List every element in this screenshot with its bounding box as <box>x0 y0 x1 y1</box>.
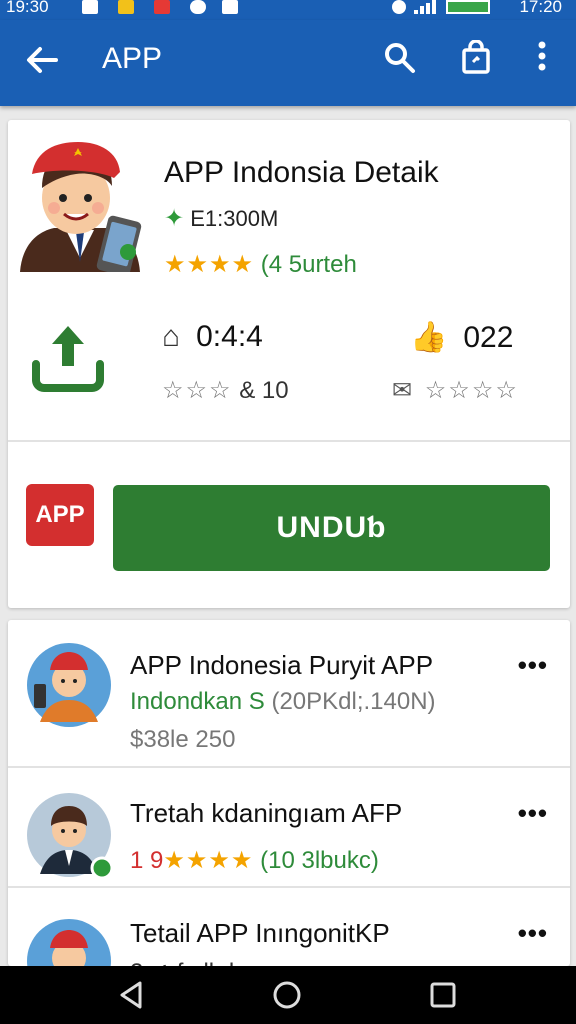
stat-right: 👍 022 <box>410 320 513 355</box>
sub-stat-right: ✉ ☆☆☆☆ <box>392 376 519 405</box>
list-item-detail: (20PKdl;.140N) <box>271 688 436 715</box>
app-rating: ★★★★ (4 5urteh <box>164 250 357 279</box>
list-item-title: Tetail APP InıngonitKP <box>130 918 390 948</box>
star-rating-icon: ★★★★ <box>163 847 254 874</box>
app-bar: APP <box>0 20 576 106</box>
list-item-rating: 1 9★★★★ (10 3lbukc) <box>130 846 379 875</box>
list-item[interactable]: APP Indonesia Puryit APP Indondkan S (20… <box>8 620 570 768</box>
recents-square-icon[interactable] <box>426 978 460 1012</box>
back-triangle-icon[interactable] <box>114 978 148 1012</box>
system-nav-bar <box>0 966 576 1024</box>
list-item-avatar <box>26 918 112 966</box>
app-badge: APP <box>26 484 94 546</box>
list-item[interactable]: Tetail APP InıngonitKP 2 ✓ f , lb b ••• <box>8 888 570 966</box>
status-bar: 19:30 17:20 <box>0 0 576 20</box>
list-item-subtitle: 2 ✓ f , lb b <box>130 958 242 966</box>
mail-icon: ✉ <box>392 377 413 404</box>
notification-icon <box>118 0 134 14</box>
app-avatar <box>16 138 144 277</box>
related-apps-list: APP Indonesia Puryit APP Indondkan S (20… <box>8 620 570 966</box>
list-item[interactable]: Tretah kdaningıam AFP 1 9★★★★ (10 3lbukc… <box>8 768 570 888</box>
list-item-rating-prefix: 1 9 <box>130 847 164 874</box>
notification-icon <box>190 0 206 14</box>
app-name: APP Indonsia Detaik <box>164 156 439 189</box>
list-item-price: $38le 250 <box>130 726 236 753</box>
upload-icon[interactable] <box>30 320 106 396</box>
list-item-avatar <box>26 642 112 728</box>
battery-icon <box>446 0 490 14</box>
search-icon[interactable] <box>380 40 420 80</box>
star-rating-icon: ★★★★ <box>164 251 255 278</box>
download-button[interactable]: UNDUƅ <box>113 485 550 571</box>
wifi-icon <box>392 0 406 14</box>
sub-stat-left-value: & 10 <box>239 377 289 404</box>
app-size: ✦ E1:300M <box>164 204 278 233</box>
app-detail-card: APP Indonsia Detaik ✦ E1:300M ★★★★ (4 5u… <box>8 120 570 608</box>
status-time-right: 17:20 <box>519 0 562 16</box>
app-size-value: E1:300M <box>190 206 279 231</box>
more-horiz-icon[interactable]: ••• <box>518 798 548 829</box>
stat-left-value: 0:4:4 <box>196 320 263 353</box>
list-item-rating-text: (10 3lbukc) <box>260 847 379 874</box>
list-item-title: APP Indonesia Puryit APP <box>130 650 434 680</box>
empty-stars-icon: ☆☆☆ <box>162 377 233 404</box>
signal-icon <box>414 0 436 14</box>
list-item-subtitle: Indondkan S (20PKdl;.140N) <box>130 688 436 716</box>
sub-stat-left: ☆☆☆ & 10 <box>162 376 289 405</box>
more-vert-icon[interactable] <box>522 40 562 80</box>
thumbs-up-icon: 👍 <box>410 321 448 354</box>
stat-left: ⌂ 0:4:4 <box>162 320 263 354</box>
app-bar-title: APP <box>102 42 163 75</box>
rating-text: (4 5urteh <box>260 251 357 278</box>
list-item-avatar <box>26 792 114 880</box>
notification-icon <box>222 0 238 14</box>
stat-right-value: 022 <box>463 321 514 354</box>
notification-icon <box>82 0 98 14</box>
home-icon: ⌂ <box>162 320 181 353</box>
empty-stars-icon: ☆☆☆☆ <box>424 377 519 404</box>
home-circle-icon[interactable] <box>270 978 304 1012</box>
more-horiz-icon[interactable]: ••• <box>518 918 548 949</box>
notification-icon <box>154 0 170 14</box>
back-arrow-icon[interactable] <box>22 40 62 80</box>
list-item-category: Indondkan S <box>130 688 265 715</box>
list-item-title: Tretah kdaningıam AFP <box>130 798 403 828</box>
leaf-icon: ✦ <box>164 205 185 232</box>
divider <box>8 440 570 442</box>
status-time-left: 19:30 <box>6 0 49 16</box>
shopping-bag-icon[interactable] <box>456 39 496 80</box>
more-horiz-icon[interactable]: ••• <box>518 650 548 681</box>
